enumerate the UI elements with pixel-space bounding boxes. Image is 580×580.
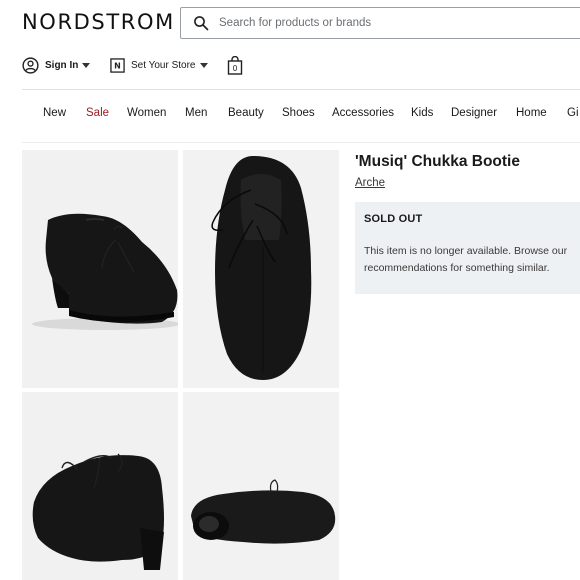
product-image-back[interactable] bbox=[22, 392, 178, 580]
nav-item-beauty[interactable]: Beauty bbox=[228, 107, 264, 119]
nav-item-shoes[interactable]: Shoes bbox=[282, 107, 315, 119]
nav-item-home[interactable]: Home bbox=[516, 107, 547, 119]
nordstrom-logo[interactable]: NORDSTROM bbox=[22, 10, 175, 34]
product-image-side[interactable] bbox=[22, 150, 178, 388]
product-image-top[interactable] bbox=[183, 150, 339, 388]
shopping-bag-button[interactable]: 0 bbox=[227, 54, 243, 76]
nav-item-new[interactable]: New bbox=[43, 107, 66, 119]
sign-in-label: Sign In bbox=[45, 59, 79, 71]
sold-out-message: This item is no longer available. Browse… bbox=[364, 245, 568, 274]
set-store-button[interactable]: N Set Your Store bbox=[110, 54, 208, 76]
shoe-top-image bbox=[183, 150, 339, 388]
search-bar[interactable] bbox=[180, 7, 580, 39]
header-divider bbox=[22, 89, 580, 90]
chevron-down-icon bbox=[82, 62, 91, 68]
set-store-label: Set Your Store bbox=[131, 59, 196, 71]
shoe-sole-image bbox=[183, 392, 339, 580]
store-icon: N bbox=[110, 57, 125, 73]
shoe-back-image bbox=[22, 392, 178, 580]
nav-item-kids[interactable]: Kids bbox=[411, 107, 433, 119]
bag-count: 0 bbox=[233, 64, 238, 73]
svg-text:N: N bbox=[114, 61, 121, 70]
user-icon bbox=[22, 56, 39, 74]
nav-divider bbox=[22, 142, 580, 143]
main-navigation: New Sale Women Men Beauty Shoes Accessor… bbox=[0, 107, 580, 125]
sold-out-notice: SOLD OUT This item is no longer availabl… bbox=[355, 202, 580, 294]
nav-item-women[interactable]: Women bbox=[127, 107, 166, 119]
search-input[interactable] bbox=[219, 12, 549, 34]
brand-link[interactable]: Arche bbox=[355, 177, 385, 189]
nav-item-sale[interactable]: Sale bbox=[86, 107, 109, 119]
nav-item-men[interactable]: Men bbox=[185, 107, 207, 119]
nav-item-designer[interactable]: Designer bbox=[451, 107, 497, 119]
search-icon bbox=[194, 16, 209, 31]
product-image-sole[interactable] bbox=[183, 392, 339, 580]
shoe-side-image bbox=[22, 150, 178, 388]
shopping-bag-icon: 0 bbox=[227, 55, 243, 75]
sold-out-heading: SOLD OUT bbox=[364, 213, 423, 225]
chevron-down-icon bbox=[199, 62, 208, 68]
nav-item-accessories[interactable]: Accessories bbox=[332, 107, 394, 119]
nav-item-gifts[interactable]: Gi bbox=[567, 107, 579, 119]
sign-in-button[interactable]: Sign In bbox=[22, 54, 91, 76]
product-title: 'Musiq' Chukka Bootie bbox=[355, 153, 520, 170]
